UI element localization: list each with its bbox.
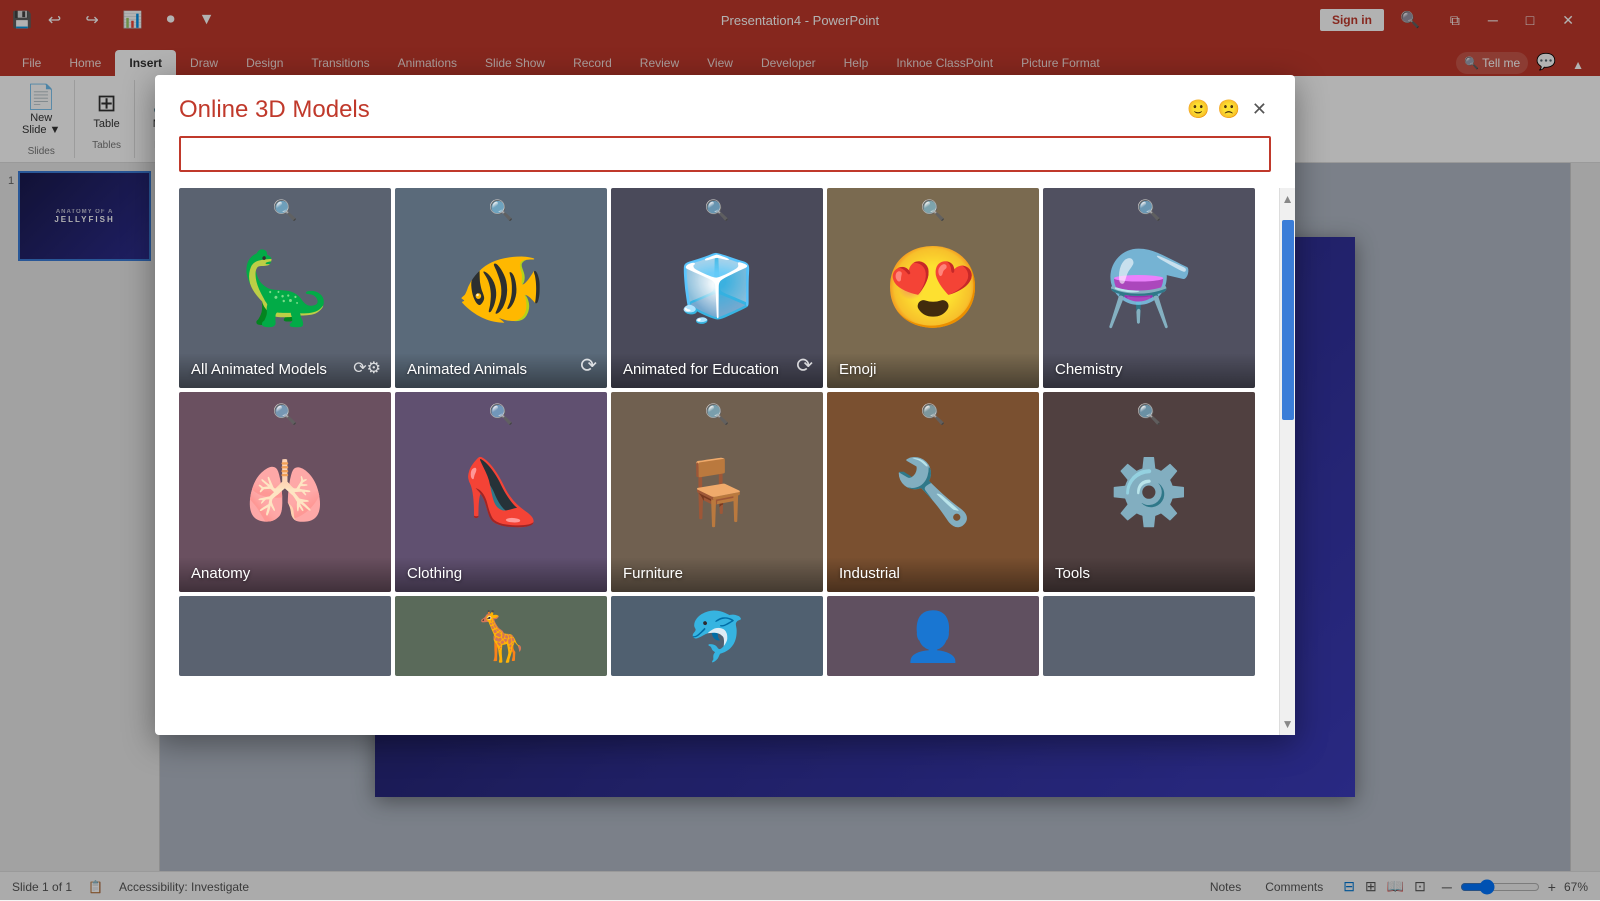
card-anatomy[interactable]: 🫁 🔍 Anatomy (179, 392, 391, 592)
scroll-track (1280, 210, 1295, 713)
modal-title: Online 3D Models (179, 96, 370, 124)
search-icon-emoji: 🔍 (921, 198, 946, 223)
search-icon-all-animated: 🔍 (273, 198, 298, 223)
model-grid: 🦕 🔍 All Animated Models ⟳⚙ 🐠 🔍 Animated … (155, 188, 1279, 735)
card-tools[interactable]: ⚙️ 🔍 Tools (1043, 392, 1255, 592)
search-icon-animated-animals: 🔍 (489, 198, 514, 223)
modal-header-buttons: 🙂 🙁 ✕ (1187, 95, 1271, 124)
card-clothing[interactable]: 👠 🔍 Clothing (395, 392, 607, 592)
search-icon-industrial: 🔍 (921, 402, 946, 427)
card-label-industrial: Industrial (827, 557, 1039, 592)
card-label-clothing: Clothing (395, 557, 607, 592)
card-label-tools: Tools (1043, 557, 1255, 592)
search-icon-anatomy: 🔍 (273, 402, 298, 427)
model-grid-row2: 🫁 🔍 Anatomy 👠 🔍 Clothing (179, 392, 1255, 592)
card-bg-p3: 🐬 (611, 596, 823, 676)
modal-overlay: Online 3D Models 🙂 🙁 ✕ 🦕 (0, 0, 1600, 900)
card-animated-animals[interactable]: 🐠 🔍 Animated Animals ⟳ (395, 188, 607, 388)
search-icon-furniture: 🔍 (705, 402, 730, 427)
modal-scrollbar: ▲ ▼ (1279, 188, 1295, 735)
3d-models-modal: Online 3D Models 🙂 🙁 ✕ 🦕 (155, 75, 1295, 735)
card-emoji[interactable]: 😍 🔍 Emoji (827, 188, 1039, 388)
model-grid-row1: 🦕 🔍 All Animated Models ⟳⚙ 🐠 🔍 Animated … (179, 188, 1255, 388)
scroll-up-btn[interactable]: ▲ (1278, 188, 1295, 210)
search-icon-chemistry: 🔍 (1137, 198, 1162, 223)
card-bg-p1 (179, 596, 391, 676)
card-label-animated-education: Animated for Education (611, 353, 823, 388)
card-industrial[interactable]: 🔧 🔍 Industrial (827, 392, 1039, 592)
card-partial-1[interactable] (179, 596, 391, 676)
model-grid-row3: 🦒 🐬 👤 (179, 596, 1255, 676)
3d-icon-education: ⟳ (796, 353, 813, 378)
card-label-chemistry: Chemistry (1043, 353, 1255, 388)
3d-icon-animated-animals: ⟳ (580, 353, 597, 378)
emoji-sad-btn[interactable]: 🙁 (1217, 99, 1239, 120)
modal-close-button[interactable]: ✕ (1248, 95, 1271, 124)
card-partial-2[interactable]: 🦒 (395, 596, 607, 676)
card-furniture[interactable]: 🪑 🔍 Furniture (611, 392, 823, 592)
card-partial-5[interactable] (1043, 596, 1255, 676)
card-animated-education[interactable]: 🧊 🔍 Animated for Education ⟳ (611, 188, 823, 388)
search-icon-clothing: 🔍 (489, 402, 514, 427)
search-icon-tools: 🔍 (1137, 402, 1162, 427)
card-bg-p4: 👤 (827, 596, 1039, 676)
card-label-anatomy: Anatomy (179, 557, 391, 592)
card-bg-p5 (1043, 596, 1255, 676)
scroll-down-btn[interactable]: ▼ (1278, 713, 1295, 735)
card-bg-p2: 🦒 (395, 596, 607, 676)
modal-header: Online 3D Models 🙂 🙁 ✕ (155, 75, 1295, 136)
card-all-animated[interactable]: 🦕 🔍 All Animated Models ⟳⚙ (179, 188, 391, 388)
card-label-emoji: Emoji (827, 353, 1039, 388)
card-label-animated-animals: Animated Animals (395, 353, 607, 388)
card-chemistry[interactable]: ⚗️ 🔍 Chemistry (1043, 188, 1255, 388)
emoji-happy-btn[interactable]: 🙂 (1187, 99, 1209, 120)
card-label-furniture: Furniture (611, 557, 823, 592)
card-partial-3[interactable]: 🐬 (611, 596, 823, 676)
modal-body: 🦕 🔍 All Animated Models ⟳⚙ 🐠 🔍 Animated … (155, 188, 1295, 735)
3d-icon-all-animated: ⟳⚙ (353, 358, 381, 378)
modal-search-section (179, 136, 1271, 172)
card-partial-4[interactable]: 👤 (827, 596, 1039, 676)
search-icon-animated-education: 🔍 (705, 198, 730, 223)
scroll-thumb[interactable] (1282, 220, 1294, 420)
model-search-input[interactable] (179, 136, 1271, 172)
